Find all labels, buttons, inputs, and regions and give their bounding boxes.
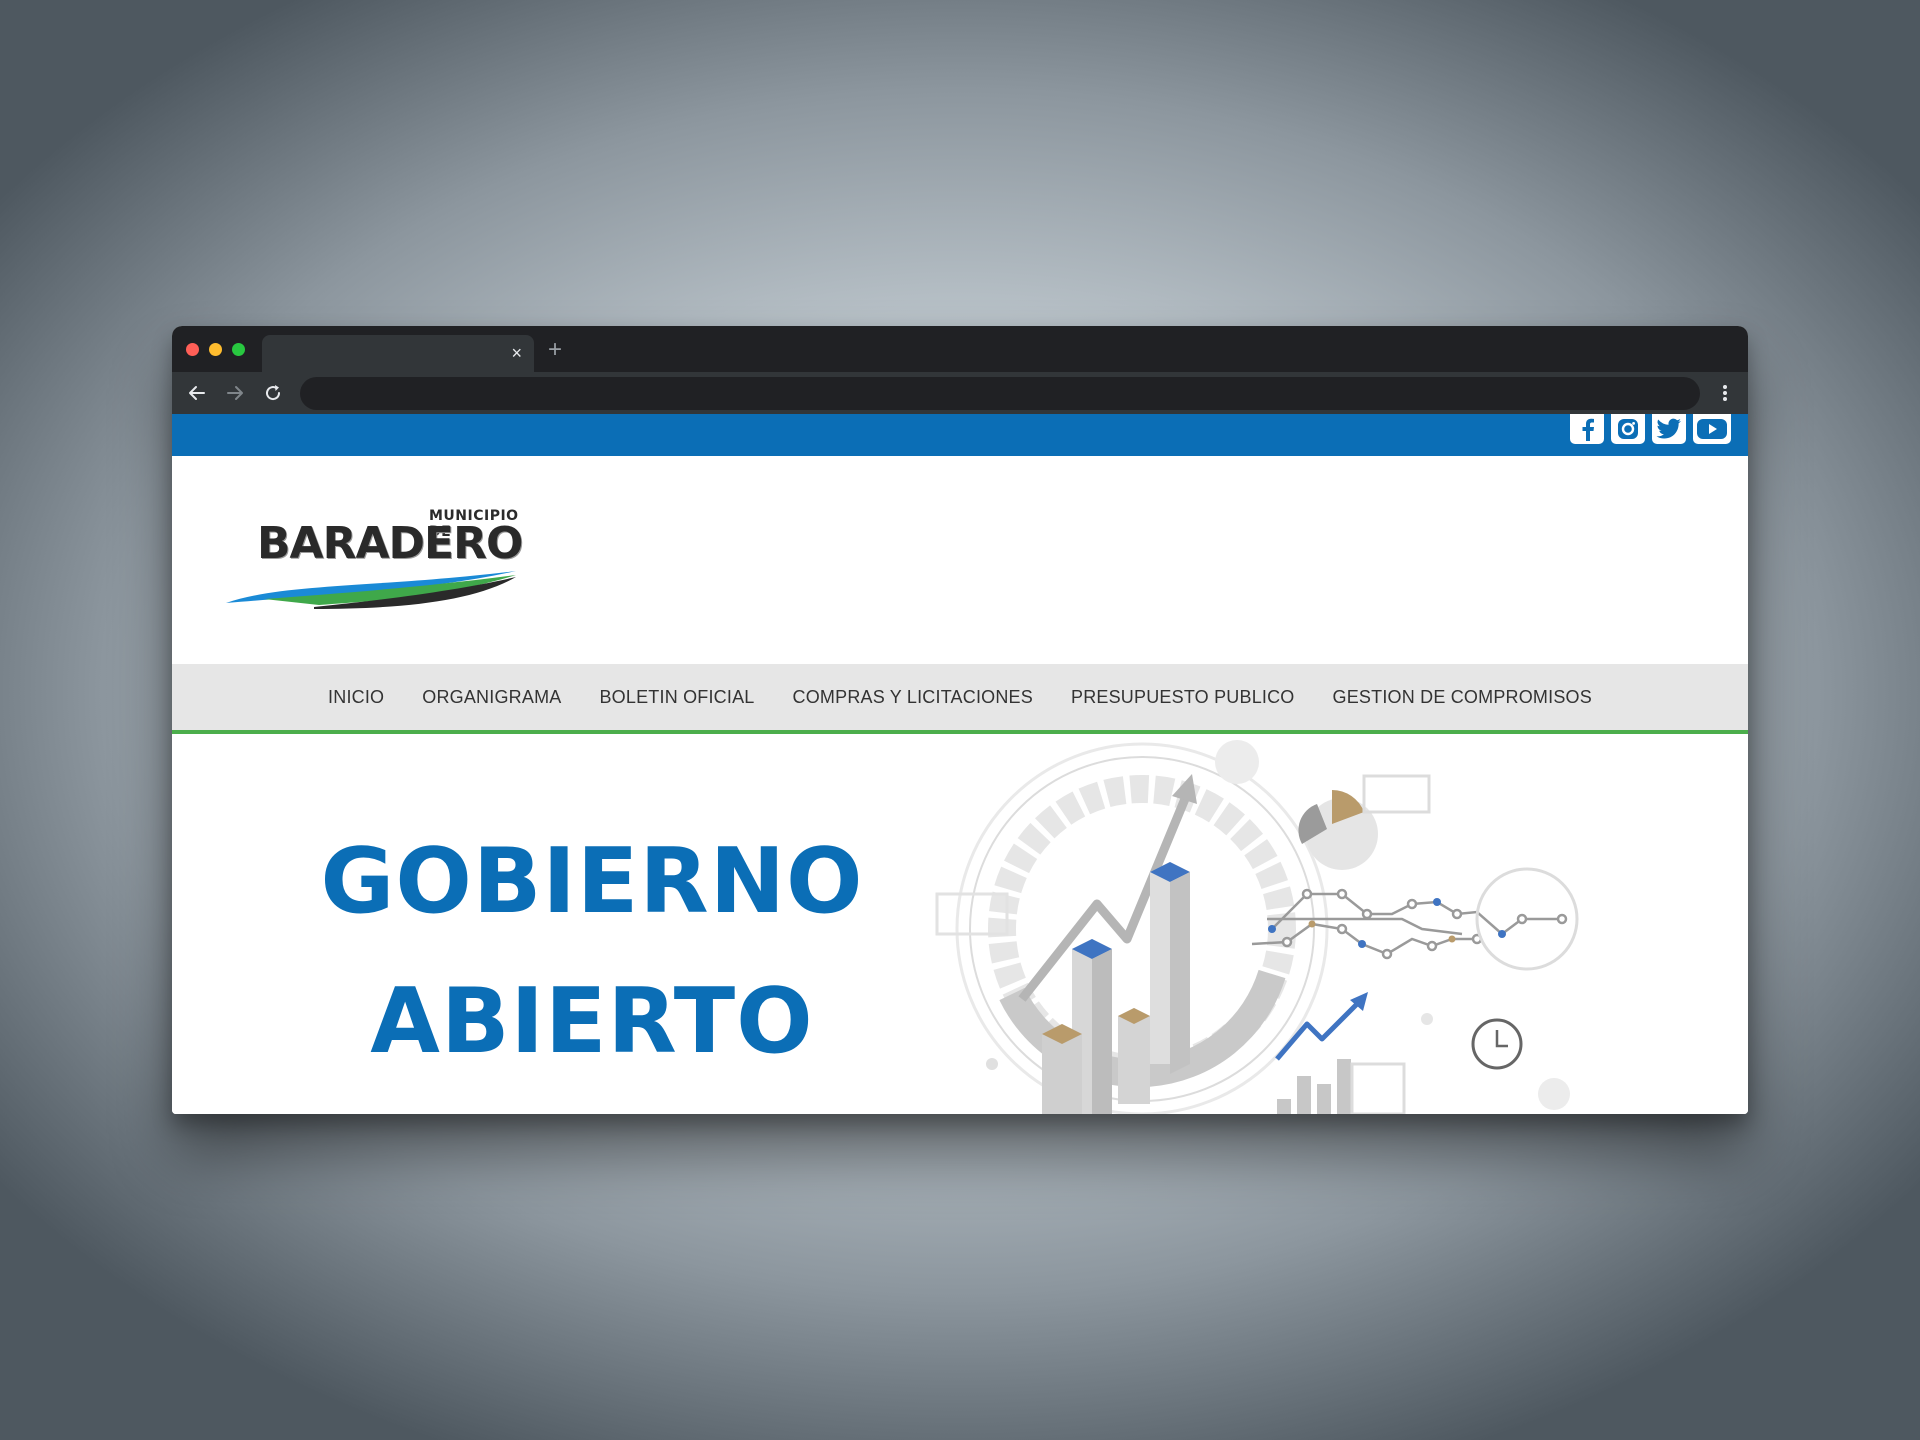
new-tab-button[interactable]: +	[548, 337, 562, 363]
nav-item-gestion-compromisos[interactable]: GESTION DE COMPROMISOS	[1314, 687, 1611, 708]
browser-tab[interactable]: ×	[262, 335, 534, 372]
tab-close-icon[interactable]: ×	[511, 343, 522, 363]
nav-item-presupuesto-publico[interactable]: PRESUPUESTO PUBLICO	[1052, 687, 1314, 708]
maximize-window-button[interactable]	[232, 343, 245, 356]
nav-item-organigrama[interactable]: ORGANIGRAMA	[403, 687, 580, 708]
nav-list: INICIO ORGANIGRAMA BOLETIN OFICIAL COMPR…	[172, 664, 1748, 730]
youtube-icon[interactable]	[1693, 414, 1731, 444]
logo-swoosh	[226, 571, 516, 609]
data-analytics-illustration	[935, 740, 1579, 1114]
hero-title-line-1: GOBIERNO	[320, 829, 864, 934]
back-arrow-icon[interactable]	[186, 382, 208, 404]
browser-toolbar	[172, 372, 1748, 414]
site-header: MUNICIPIO DE BARADERO	[172, 456, 1748, 664]
nav-item-compras-licitaciones[interactable]: COMPRAS Y LICITACIONES	[774, 687, 1052, 708]
reload-icon[interactable]	[262, 382, 284, 404]
address-bar[interactable]	[300, 377, 1700, 410]
nav-item-boletin-oficial[interactable]: BOLETIN OFICIAL	[580, 687, 773, 708]
main-navigation: INICIO ORGANIGRAMA BOLETIN OFICIAL COMPR…	[172, 664, 1748, 734]
hero-title-line-2: ABIERTO	[370, 969, 814, 1074]
hero-banner: GOBIERNO ABIERTO	[172, 734, 1748, 1114]
logo-title: BARADERO	[257, 518, 523, 569]
instagram-icon[interactable]	[1611, 414, 1645, 444]
nav-item-inicio[interactable]: INICIO	[309, 687, 403, 708]
kebab-menu-icon[interactable]	[1714, 382, 1736, 404]
twitter-icon[interactable]	[1652, 414, 1686, 444]
top-social-bar	[172, 414, 1748, 456]
forward-arrow-icon[interactable]	[224, 382, 246, 404]
web-page: MUNICIPIO DE BARADERO INICIO ORGANIGRAMA…	[172, 414, 1748, 1114]
minimize-window-button[interactable]	[209, 343, 222, 356]
tab-bar: × +	[172, 326, 1748, 372]
facebook-icon[interactable]	[1570, 414, 1604, 444]
close-window-button[interactable]	[186, 343, 199, 356]
browser-window: × + MUNICIPIO DE BARADERO INICIO ORGANIG…	[172, 326, 1748, 1114]
baradero-logo[interactable]: MUNICIPIO DE BARADERO	[224, 508, 523, 609]
